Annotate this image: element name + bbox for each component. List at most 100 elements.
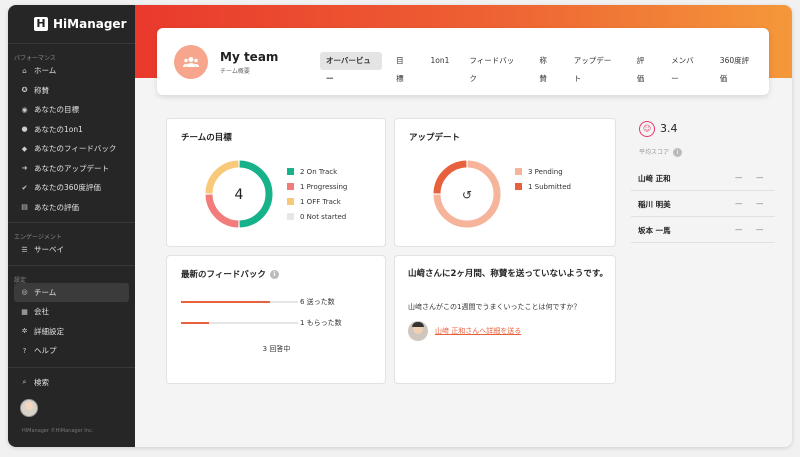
sidebar-item-1on1[interactable]: ● あなたの1on1 [8,120,135,140]
tab-evaluation[interactable]: 評価 [631,52,657,83]
sidebar-item-label: サーベイ [34,245,64,255]
sidebar-item-team[interactable]: ◎ チーム [14,282,129,302]
info-icon[interactable]: i [269,270,279,279]
sidebar-item-label: ホーム [34,66,57,76]
tab-bar: オーバービュー 目標 1on1 フィードバック 称賛 アップデート 評価 メンバ… [320,52,769,83]
tab-1on1[interactable]: 1on1 [424,52,455,70]
updates-card[interactable]: アップデート ↺ 3 Pending 1 Submitted [394,118,616,247]
sidebar-item-updates[interactable]: ➜ あなたのアップデート [8,159,135,179]
legend-item: 1 OFF Track [287,194,347,209]
legend-swatch [515,168,522,175]
sidebar-item-label: 称賛 [34,85,49,95]
sidebar-item-label: 詳細設定 [34,326,64,336]
updates-card-title: アップデート [409,133,461,143]
medal-icon: ✪ [21,86,28,95]
sidebar-item-label: チーム [34,287,57,297]
smiley-icon: ☺ [639,121,655,137]
home-icon: ⌂ [22,66,27,75]
sidebar-search[interactable]: ⌕ 検索 [8,373,135,393]
sidebar-item-survey[interactable]: ☰ サーベイ [8,240,135,260]
member-row[interactable]: 稲川 明美 — — [631,191,775,217]
feedback-total: 3 回答中 [262,345,291,353]
sidebar-item-advanced-settings[interactable]: ✲ 詳細設定 [8,322,135,342]
tab-goals[interactable]: 目標 [390,52,416,83]
tab-overview[interactable]: オーバービュー [320,52,383,83]
legend-swatch [287,183,294,190]
legend-swatch [287,168,294,175]
page-subtitle: チーム概要 [220,68,250,75]
goals-segment-0 [239,160,273,228]
legend-label: 1 Submitted [528,182,572,191]
sidebar-item-label: あなたの評価 [34,202,79,212]
team-icon [174,45,208,79]
tab-praise[interactable]: 称賛 [533,52,559,83]
send-praise-link[interactable]: 山﨑 正和さんへ詳細を送る [435,326,521,336]
app-logo[interactable]: H HiManager [8,5,135,43]
user-avatar[interactable] [20,398,38,417]
praise-prompt-card: 山﨑さんに2ヶ月間、称賛を送っていないようです。 山﨑さんがこの1週間でうまくい… [394,255,616,384]
sidebar-item-praise[interactable]: ✪ 称賛 [8,81,135,101]
member-avatar [408,321,428,341]
feedback-title-text: 最新のフィードバック [181,270,266,280]
member-name: 山﨑 正和 [638,174,671,183]
sidebar-item-label: あなたのアップデート [34,163,109,173]
sidebar-item-label: あなたのフィードバック [34,144,117,154]
member-row[interactable]: 坂本 一馬 — — [631,217,775,243]
legend-label: 1 Progressing [300,182,348,191]
tab-360[interactable]: 360度評価 [714,52,761,83]
tab-updates[interactable]: アップデート [568,52,623,83]
feedback-sent-label: 6 送った数 [300,298,335,306]
sidebar-item-label: ヘルプ [34,346,57,356]
sidebar-item-feedback[interactable]: ◆ あなたのフィードバック [8,139,135,159]
search-label: 検索 [34,378,49,388]
feedback-received-fill [181,322,210,324]
member-row[interactable]: 山﨑 正和 — — [631,165,775,191]
tab-feedback[interactable]: フィードバック [463,52,525,83]
check-circle-icon: ✔ [21,183,28,192]
sidebar-item-help[interactable]: ? ヘルプ [8,341,135,361]
feedback-card-title: 最新のフィードバック i [181,268,279,280]
logo-icon: H [34,17,48,31]
section-label-performance: パフォーマンス [8,43,135,62]
building-icon: ▦ [21,307,28,316]
sidebar-item-company[interactable]: ▦ 会社 [8,302,135,322]
legend-label: 3 Pending [528,167,563,176]
average-score-value: 3.4 [660,122,678,135]
feedback-sent-bar [181,301,298,303]
feedback-received-bar [181,322,298,324]
section-label-settings: 設定 [8,264,135,284]
score-label-text: 平均スコア [639,149,670,156]
sidebar-item-evaluation[interactable]: ▤ あなたの評価 [8,198,135,218]
sidebar-item-goals[interactable]: ◉ あなたの目標 [8,100,135,120]
goals-legend: 2 On Track 1 Progressing 1 OFF Track 0 N… [287,164,347,224]
member-name: 坂本 一馬 [638,226,671,235]
main-content: My team チーム概要 オーバービュー 目標 1on1 フィードバック 称賛… [135,5,792,447]
list-icon: ☰ [21,245,28,254]
legend-label: 1 OFF Track [300,197,341,206]
legend-item: 1 Submitted [515,179,571,194]
legend-item: 3 Pending [515,164,571,179]
sidebar-item-home[interactable]: ⌂ ホーム [8,61,135,81]
document-icon: ▤ [21,203,28,212]
updates-donut: ↺ [433,160,501,228]
copyright: HiManager ©HiManager Inc. [22,428,94,434]
member-score: — [735,199,743,208]
chat-icon: ◆ [21,144,28,153]
goals-card[interactable]: チームの目標 4 2 On Track 1 Progressing 1 OFF … [166,118,386,247]
goals-donut: 4 [205,160,273,228]
tab-members[interactable]: メンバー [665,52,706,83]
info-icon[interactable]: i [673,148,683,157]
feedback-card[interactable]: 最新のフィードバック i 6 送った数 1 もらった数 3 回答中 [166,255,386,384]
history-icon: ↺ [462,188,472,202]
legend-item: 1 Progressing [287,179,347,194]
member-score: — [735,225,743,234]
goals-card-title: チームの目標 [181,133,232,143]
praise-prompt-title: 山﨑さんに2ヶ月間、称賛を送っていないようです。 [408,269,608,279]
sidebar-item-360[interactable]: ✔ あなたの360度評価 [8,178,135,198]
sidebar-bottom: ⌕ 検索 [8,367,135,417]
person-icon: ● [21,125,28,134]
app-window: H HiManager パフォーマンス ⌂ ホーム ✪ 称賛 ◉ あなたの目標 ● あな… [8,5,792,447]
sidebar-item-label: あなたの目標 [34,105,79,115]
feedback-sent-fill [181,301,270,303]
average-score-label: 平均スコア i [639,147,683,157]
